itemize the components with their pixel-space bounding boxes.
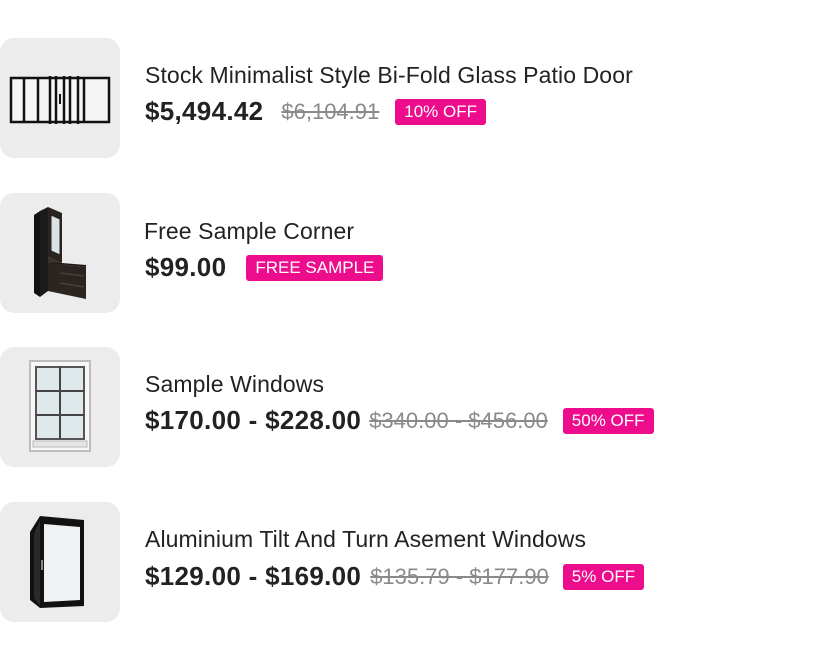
- original-price: $6,104.91: [281, 98, 380, 124]
- free-sample-badge: FREE SAMPLE: [246, 254, 384, 281]
- tilt-turn-window-icon: [30, 516, 84, 608]
- product-thumbnail[interactable]: [0, 502, 120, 622]
- product-item[interactable]: Aluminium Tilt And Turn Asement Windows …: [0, 502, 816, 622]
- original-price: $340.00 - $456.00: [369, 407, 548, 433]
- product-price: $129.00 - $169.00: [145, 561, 362, 591]
- discount-badge: 50% OFF: [562, 407, 654, 434]
- price-row: $99.00 FREE SAMPLE: [145, 252, 384, 283]
- product-title[interactable]: Stock Minimalist Style Bi-Fold Glass Pat…: [145, 62, 633, 89]
- product-title[interactable]: Sample Windows: [145, 371, 324, 398]
- product-thumbnail[interactable]: [0, 347, 120, 467]
- product-title[interactable]: Free Sample Corner: [144, 218, 354, 245]
- product-thumbnail[interactable]: [0, 193, 120, 313]
- product-item[interactable]: Sample Windows $170.00 - $228.00 $340.00…: [0, 347, 816, 467]
- product-price: $99.00: [145, 252, 227, 282]
- bifold-door-icon: [9, 76, 111, 124]
- product-price: $170.00 - $228.00: [145, 405, 362, 435]
- discount-badge: 5% OFF: [562, 563, 645, 590]
- grid-window-icon: [29, 360, 91, 452]
- product-item[interactable]: Stock Minimalist Style Bi-Fold Glass Pat…: [0, 38, 816, 158]
- product-price: $5,494.42: [145, 96, 264, 126]
- product-title[interactable]: Aluminium Tilt And Turn Asement Windows: [145, 526, 586, 553]
- price-row: $170.00 - $228.00 $340.00 - $456.00 50% …: [145, 405, 654, 436]
- discount-badge: 10% OFF: [395, 98, 486, 125]
- window-corner-sample-icon: [34, 207, 86, 299]
- price-row: $129.00 - $169.00 $135.79 - $177.90 5% O…: [145, 561, 645, 592]
- price-row: $5,494.42 $6,104.91 10% OFF: [145, 96, 486, 127]
- original-price: $135.79 - $177.90: [370, 563, 549, 589]
- product-thumbnail[interactable]: [0, 38, 120, 158]
- product-item[interactable]: Free Sample Corner $99.00 FREE SAMPLE: [0, 193, 816, 313]
